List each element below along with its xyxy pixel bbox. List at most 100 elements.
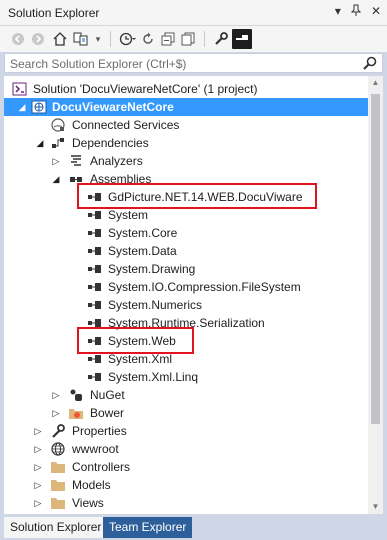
reference-icon xyxy=(88,193,101,201)
reference-icon xyxy=(88,301,101,309)
collapsed-arrow-icon[interactable]: ▷ xyxy=(32,478,44,492)
solution-tree[interactable]: Solution 'DocuViewareNetCore' (1 project… xyxy=(4,76,383,514)
tree-item-label: System.Numerics xyxy=(108,298,203,312)
wrench-icon xyxy=(52,424,65,438)
collapsed-arrow-icon[interactable]: ▷ xyxy=(32,442,44,456)
reference-icon xyxy=(88,229,101,237)
tree-item-reference-system-runtime-serialization[interactable]: System.Runtime.Serialization xyxy=(4,314,368,332)
close-icon[interactable]: ✕ xyxy=(371,4,381,19)
tree-item-label: System.Xml.Linq xyxy=(108,370,199,384)
connected-services-icon xyxy=(51,118,65,132)
web-project-icon xyxy=(31,100,47,114)
tree-item-label: Solution 'DocuViewareNetCore' (1 project… xyxy=(33,82,258,96)
collapsed-arrow-icon[interactable]: ▷ xyxy=(50,406,62,420)
tree-item-label: Models xyxy=(72,478,111,492)
preview-icon[interactable] xyxy=(232,29,252,49)
window-controls: ▾ ✕ xyxy=(335,4,381,19)
tree-item-reference-system-numerics[interactable]: System.Numerics xyxy=(4,296,368,314)
tree-item-views[interactable]: ▷ Views xyxy=(4,494,368,512)
window-position-dropdown-icon[interactable]: ▾ xyxy=(335,4,341,19)
scroll-up-arrow-icon[interactable]: ▲ xyxy=(368,76,383,90)
tree-item-label: GdPicture.NET.14.WEB.DocuViware xyxy=(108,190,303,204)
tree-item-label: Dependencies xyxy=(72,136,149,150)
window-title: Solution Explorer xyxy=(8,6,100,20)
tree-item-label: wwwroot xyxy=(72,442,119,456)
tree-item-label: System.IO.Compression.FileSystem xyxy=(108,280,301,294)
tree-item-reference-system-web[interactable]: System.Web xyxy=(4,332,368,350)
expanded-arrow-icon[interactable]: ◢ xyxy=(34,136,46,150)
sync-with-active-document-icon[interactable] xyxy=(72,29,90,49)
tree-item-controllers[interactable]: ▷ Controllers xyxy=(4,458,368,476)
collapsed-arrow-icon[interactable]: ▷ xyxy=(32,496,44,510)
tab-team-explorer[interactable]: Team Explorer xyxy=(103,517,193,538)
tree-item-reference-system-core[interactable]: System.Core xyxy=(4,224,368,242)
properties-icon[interactable] xyxy=(212,29,230,49)
tree-item-reference-system-drawing[interactable]: System.Drawing xyxy=(4,260,368,278)
tree-item-nuget[interactable]: ▷ NuGet xyxy=(4,386,368,404)
collapsed-arrow-icon[interactable]: ▷ xyxy=(50,388,62,402)
search-input[interactable]: Search Solution Explorer (Ctrl+$) xyxy=(4,53,383,73)
tree-item-reference-system-xml[interactable]: System.Xml xyxy=(4,350,368,368)
tree-item-project[interactable]: ◢ DocuViewareNetCore xyxy=(4,98,368,116)
tree-item-label: System.Drawing xyxy=(108,262,196,276)
reference-icon xyxy=(88,265,101,273)
forward-icon[interactable] xyxy=(30,29,46,49)
scroll-down-arrow-icon[interactable]: ▼ xyxy=(368,500,383,514)
reference-icon xyxy=(88,373,101,381)
tree-item-solution[interactable]: Solution 'DocuViewareNetCore' (1 project… xyxy=(4,80,368,98)
tree-item-connected-services[interactable]: Connected Services xyxy=(4,116,368,134)
vertical-scrollbar[interactable]: ▲ ▼ xyxy=(368,76,383,514)
tree-item-reference-gdpicture[interactable]: GdPicture.NET.14.WEB.DocuViware xyxy=(4,188,368,206)
tree-item-label: Assemblies xyxy=(90,172,152,186)
tree-item-label: System.Web xyxy=(108,334,176,348)
collapsed-arrow-icon[interactable]: ▷ xyxy=(32,460,44,474)
folder-icon xyxy=(51,462,65,473)
reference-icon xyxy=(88,355,101,363)
tree-item-reference-system[interactable]: System xyxy=(4,206,368,224)
expanded-arrow-icon[interactable]: ◢ xyxy=(50,172,62,186)
tree-item-wwwroot[interactable]: ▷ wwwroot xyxy=(4,440,368,458)
folder-icon xyxy=(51,498,65,509)
refresh-icon[interactable] xyxy=(140,29,156,49)
tree-item-reference-system-io-compression[interactable]: System.IO.Compression.FileSystem xyxy=(4,278,368,296)
tree-item-label: System.Data xyxy=(108,244,177,258)
reference-icon xyxy=(88,337,101,345)
tree-item-bower[interactable]: ▷ Bower xyxy=(4,404,368,422)
expanded-arrow-icon[interactable]: ◢ xyxy=(16,100,28,114)
tree-item-dependencies[interactable]: ◢ Dependencies xyxy=(4,134,368,152)
tree-item-label: System xyxy=(108,208,149,222)
reference-icon xyxy=(88,247,101,255)
tree-item-reference-system-xml-linq[interactable]: System.Xml.Linq xyxy=(4,368,368,386)
tree-item-label: Analyzers xyxy=(90,154,143,168)
collapsed-arrow-icon[interactable]: ▷ xyxy=(32,424,44,438)
analyzers-icon xyxy=(71,155,81,166)
tree-item-assemblies[interactable]: ◢ Assemblies xyxy=(4,170,368,188)
tab-solution-explorer[interactable]: Solution Explorer xyxy=(4,517,108,538)
show-all-files-icon[interactable] xyxy=(180,29,196,49)
tree-item-label: DocuViewareNetCore xyxy=(52,100,174,114)
scrollbar-thumb[interactable] xyxy=(371,94,380,424)
tree-item-label: System.Runtime.Serialization xyxy=(108,316,265,330)
back-icon[interactable] xyxy=(10,29,26,49)
dropdown-icon[interactable]: ▾ xyxy=(92,29,104,49)
toolbar-separator xyxy=(110,31,111,47)
toolbar-separator xyxy=(204,31,205,47)
tree-item-models[interactable]: ▷ Models xyxy=(4,476,368,494)
pending-changes-filter-icon[interactable] xyxy=(118,29,138,49)
tree-item-properties[interactable]: ▷ Properties xyxy=(4,422,368,440)
tree-item-label: Views xyxy=(72,496,104,510)
tree-item-analyzers[interactable]: ▷ Analyzers xyxy=(4,152,368,170)
collapse-all-icon[interactable] xyxy=(160,29,176,49)
globe-icon xyxy=(51,442,65,456)
toolbar: ▾ xyxy=(0,26,387,52)
home-icon[interactable] xyxy=(52,29,68,49)
collapsed-arrow-icon[interactable]: ▷ xyxy=(50,154,62,168)
search-icon[interactable] xyxy=(362,55,378,71)
tree-item-label: NuGet xyxy=(90,388,125,402)
dependencies-icon xyxy=(52,138,64,148)
tree-item-reference-system-data[interactable]: System.Data xyxy=(4,242,368,260)
solution-icon xyxy=(12,82,27,96)
reference-icon xyxy=(88,319,101,327)
auto-hide-pin-icon[interactable] xyxy=(350,4,362,19)
tree-item-label: Controllers xyxy=(72,460,131,474)
